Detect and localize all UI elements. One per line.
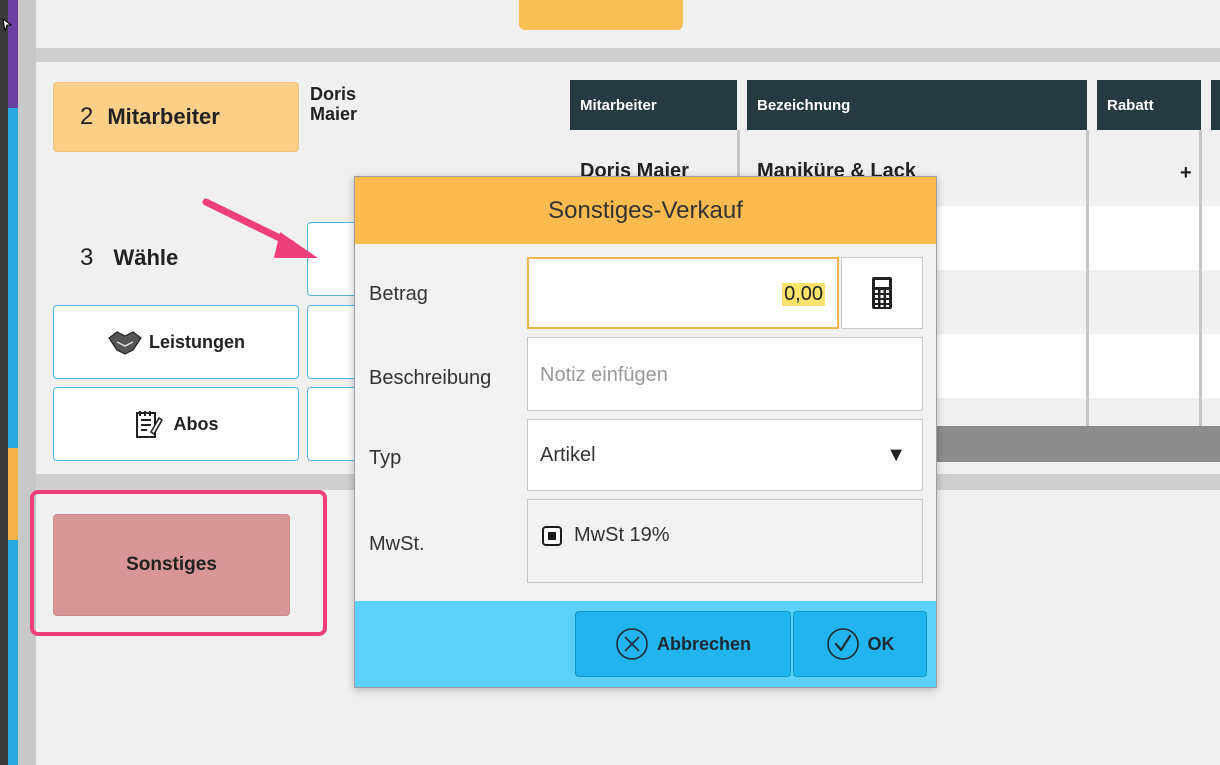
column-header-rabatt[interactable]: Rabatt [1097, 80, 1201, 130]
sonstiges-button[interactable]: Sonstiges [53, 514, 290, 616]
sonstiges-verkauf-dialog: Sonstiges-Verkauf Betrag 0,00 Beschreibu… [354, 176, 937, 688]
waehle-step-heading: 3 Wähle [80, 244, 178, 272]
betrag-input[interactable]: 0,00 [527, 257, 839, 329]
left-color-strip-orange [8, 448, 18, 540]
dialog-footer: Abbrechen OK [355, 601, 936, 687]
abbrechen-button[interactable]: Abbrechen [575, 611, 791, 677]
betrag-value: 0,00 [782, 283, 825, 306]
table-cell-rabatt: + [1180, 162, 1192, 184]
calculator-icon [872, 277, 892, 309]
selected-employee-name: Doris Maier [310, 84, 358, 124]
mwst-label: MwSt. [369, 533, 425, 555]
beschreibung-label: Beschreibung [369, 367, 492, 389]
mwst-option-label: MwSt 19% [574, 524, 670, 546]
typ-label: Typ [369, 447, 402, 469]
typ-selected-value: Artikel [540, 444, 596, 466]
beschreibung-placeholder: Notiz einfügen [540, 364, 668, 386]
beschreibung-input[interactable]: Notiz einfügen [527, 337, 923, 411]
dropdown-arrow-icon: ▼ [886, 444, 906, 466]
step-label: Wähle [113, 245, 179, 270]
column-header-mitarbeiter[interactable]: Mitarbeiter [570, 80, 737, 130]
radio-selected-icon [542, 525, 562, 546]
button-label: OK [867, 633, 895, 654]
step-number: 2 [80, 103, 94, 130]
left-edge-bar [0, 0, 8, 765]
step-label: Mitarbeiter [107, 104, 220, 129]
calculator-button[interactable] [841, 257, 923, 329]
betrag-label: Betrag [369, 283, 428, 305]
check-circle-icon [826, 628, 859, 660]
mouse-cursor-icon [2, 18, 12, 32]
left-gray-border [18, 0, 36, 765]
annotation-arrow-icon [202, 198, 318, 258]
cancel-circle-icon [616, 628, 648, 660]
step-number: 3 [80, 244, 94, 271]
column-divider [1086, 130, 1089, 426]
button-label: Abos [173, 413, 219, 434]
left-color-strip-blue [8, 108, 18, 765]
ok-button[interactable]: OK [793, 611, 927, 677]
column-divider [1199, 130, 1202, 426]
dialog-title: Sonstiges-Verkauf [355, 177, 936, 244]
leistungen-button[interactable]: Leistungen [53, 305, 299, 379]
panel-separator [36, 48, 1220, 62]
column-header-partial[interactable] [1211, 80, 1220, 130]
left-color-strip-purple [8, 0, 18, 108]
button-label: Leistungen [148, 331, 245, 352]
handshake-icon [108, 331, 142, 355]
notepad-pen-icon [135, 411, 163, 438]
mwst-options: MwSt 19% [527, 499, 923, 583]
mitarbeiter-step-button[interactable]: 2 Mitarbeiter [53, 82, 299, 152]
button-label: Abbrechen [656, 633, 752, 654]
abos-button[interactable]: Abos [53, 387, 299, 461]
top-orange-button[interactable] [519, 0, 683, 30]
typ-select[interactable]: Artikel ▼ [527, 419, 923, 491]
mwst-19-option[interactable]: MwSt 19% [542, 524, 670, 547]
column-header-bezeichnung[interactable]: Bezeichnung [747, 80, 1087, 130]
